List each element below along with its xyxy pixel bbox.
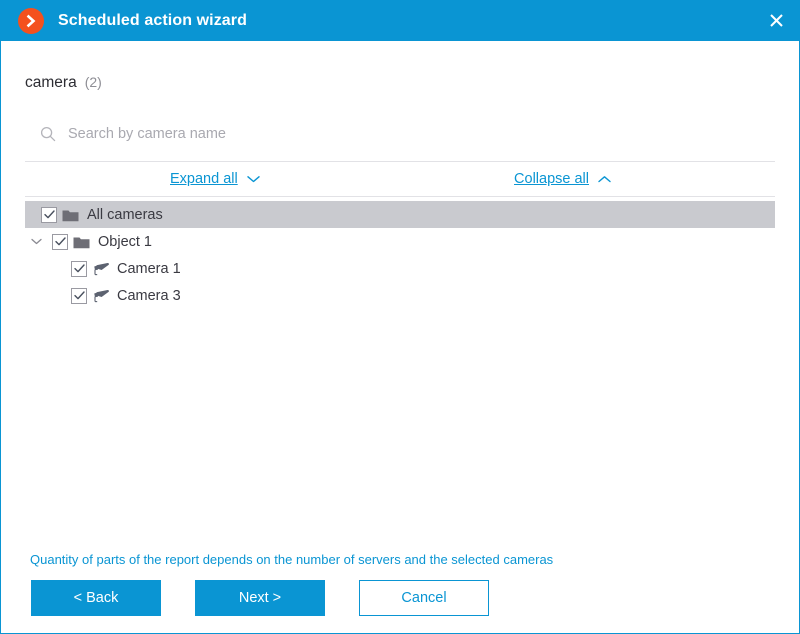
window-title: Scheduled action wizard xyxy=(58,11,248,29)
dialog-content: camera (2) Expand all Collapse all xyxy=(1,41,799,633)
checkbox-checked[interactable] xyxy=(71,287,87,304)
tree-node-label: All cameras xyxy=(87,206,163,223)
tree-row[interactable]: Object 1 xyxy=(25,228,775,255)
chevron-right-circle-icon xyxy=(18,7,44,34)
chevron-down-icon xyxy=(247,176,260,183)
checkbox-checked[interactable] xyxy=(71,260,87,277)
footer-buttons: < Back Next > Cancel xyxy=(25,580,775,616)
camera-tree: All cameras Object 1 Camera 1 Camera 3 xyxy=(25,197,775,552)
camera-icon xyxy=(92,288,110,304)
camera-icon xyxy=(92,261,110,277)
expand-all-label: Expand all xyxy=(170,171,238,187)
check-icon xyxy=(43,210,55,219)
check-icon xyxy=(73,264,85,273)
search-icon xyxy=(40,126,56,142)
back-button[interactable]: < Back xyxy=(31,580,161,616)
tree-row[interactable]: All cameras xyxy=(25,201,775,228)
chevron-up-icon xyxy=(598,176,611,183)
check-icon xyxy=(73,291,85,300)
title-bar: Scheduled action wizard xyxy=(1,0,799,41)
chevron-down-icon xyxy=(30,238,42,245)
checkbox-checked[interactable] xyxy=(41,206,57,223)
tree-node-label: Camera 3 xyxy=(117,287,181,304)
next-button[interactable]: Next > xyxy=(195,580,325,616)
section-header: camera (2) xyxy=(25,74,775,94)
search-input[interactable] xyxy=(68,126,368,142)
tree-row[interactable]: Camera 1 xyxy=(25,255,775,282)
collapse-all-button[interactable]: Collapse all xyxy=(514,171,611,187)
section-title-text: camera xyxy=(25,74,77,91)
folder-icon xyxy=(62,207,80,223)
tree-node-label: Camera 1 xyxy=(117,260,181,277)
close-button[interactable] xyxy=(753,0,799,41)
check-icon xyxy=(54,237,66,246)
cancel-button[interactable]: Cancel xyxy=(359,580,489,616)
expand-all-button[interactable]: Expand all xyxy=(170,171,260,187)
checkbox-checked[interactable] xyxy=(52,233,68,250)
section-count: (2) xyxy=(84,74,102,90)
search-row xyxy=(25,119,775,149)
collapse-all-label: Collapse all xyxy=(514,171,589,187)
footer-hint: Quantity of parts of the report depends … xyxy=(30,552,554,567)
twisty-expanded-button[interactable] xyxy=(28,234,44,250)
folder-icon xyxy=(73,234,91,250)
tree-toolbar: Expand all Collapse all xyxy=(25,162,775,196)
scheduled-action-wizard-dialog: Scheduled action wizard camera (2) Exp xyxy=(0,0,800,634)
dialog-footer: Quantity of parts of the report depends … xyxy=(25,552,775,633)
tree-row[interactable]: Camera 3 xyxy=(25,282,775,309)
close-icon xyxy=(769,14,783,27)
tree-node-label: Object 1 xyxy=(98,233,152,250)
